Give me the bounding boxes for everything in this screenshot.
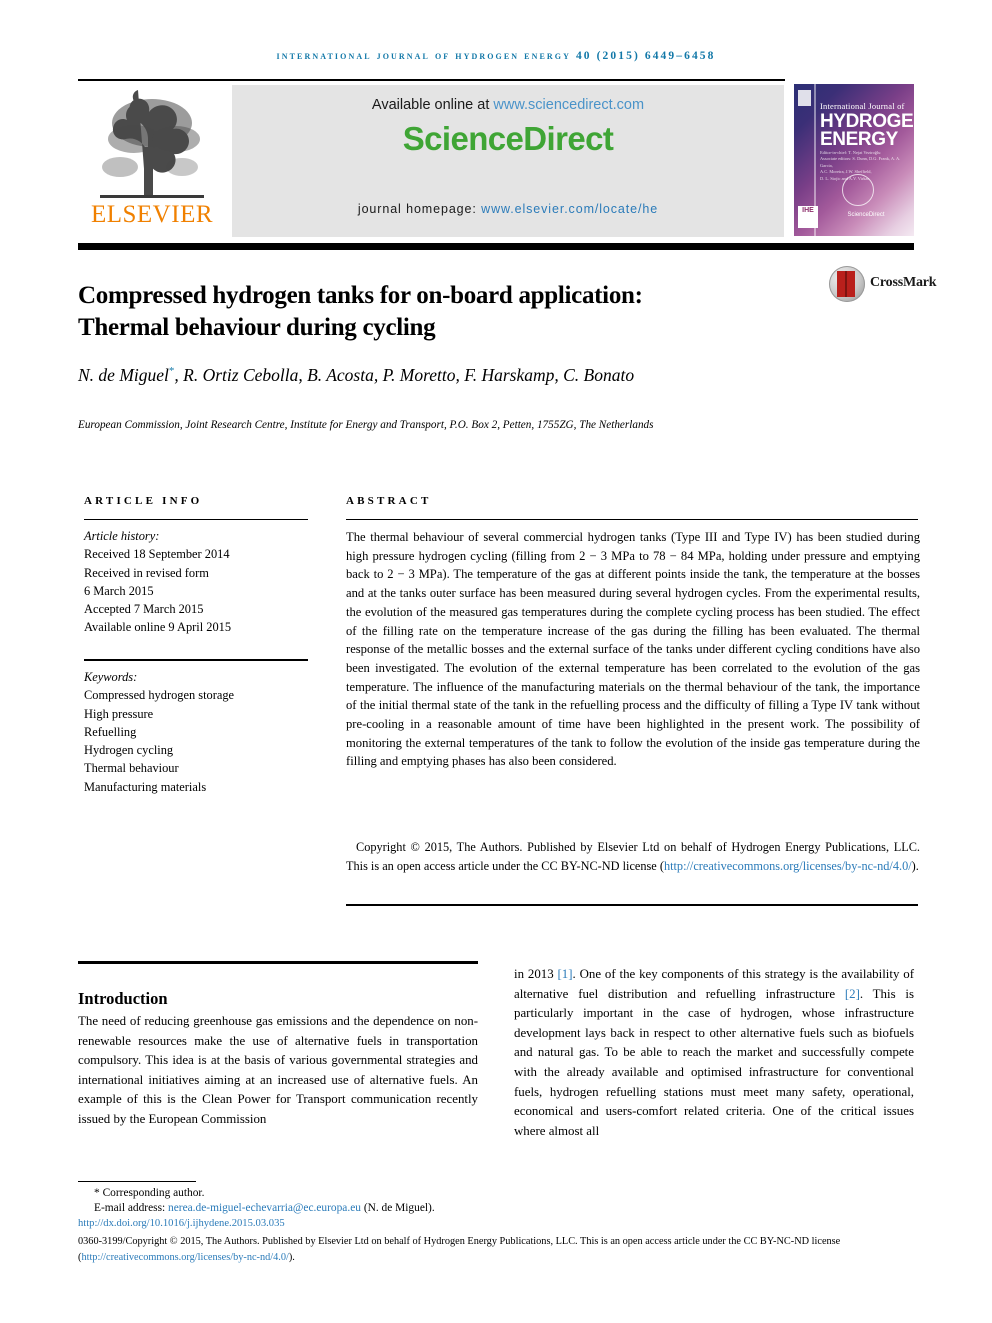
- keyword-item: Refuelling: [84, 724, 137, 739]
- article-history-label: Article history:: [84, 529, 160, 543]
- cover-elsevier-mark-icon: [798, 90, 811, 106]
- article-history-item: 6 March 2015: [84, 583, 154, 598]
- email-label: E-mail address:: [94, 1202, 169, 1214]
- abstract-copyright-tail: ).: [911, 858, 919, 873]
- keyword-item: Compressed hydrogen storage: [84, 688, 235, 703]
- footer-copyright-line1: 0360-3199/Copyright © 2015, The Authors.…: [78, 1236, 741, 1247]
- keyword-item: Thermal behaviour: [84, 761, 179, 776]
- keywords-rule: [84, 659, 308, 661]
- running-head: international journal of hydrogen energy…: [276, 50, 716, 62]
- footnote-rule: [78, 1181, 196, 1182]
- article-history: Article history: Received 18 September 2…: [84, 527, 312, 637]
- crossmark-badge[interactable]: CrossMark: [829, 266, 937, 306]
- article-history-item: Received 18 September 2014: [84, 547, 230, 562]
- doi-link[interactable]: http://dx.doi.org/10.1016/j.ijhydene.201…: [78, 1218, 285, 1229]
- corresponding-author-text: Corresponding author.: [102, 1187, 205, 1199]
- corresponding-author-note: * Corresponding author.: [94, 1186, 524, 1201]
- journal-cover-thumbnail[interactable]: International Journal of HYDROGEN ENERGY…: [794, 84, 914, 236]
- journal-homepage-line: journal homepage: www.elsevier.com/locat…: [232, 202, 784, 216]
- abstract-text: The thermal behaviour of several commerc…: [346, 530, 920, 769]
- cover-society-mark: IHE: [798, 206, 818, 228]
- reference-link-2[interactable]: [2]: [845, 987, 860, 1001]
- cover-ring-graphic: [842, 174, 874, 206]
- keyword-item: High pressure: [84, 706, 154, 721]
- elsevier-logo: ELSEVIER: [78, 87, 226, 233]
- section-title-introduction: Introduction: [78, 988, 168, 1008]
- introduction-rule: [78, 961, 478, 964]
- cover-title-line3: ENERGY: [820, 129, 898, 150]
- cover-title-line1: International Journal of: [820, 101, 905, 111]
- affiliation: European Commission, Joint Research Cent…: [78, 419, 654, 431]
- sciencedirect-url-link[interactable]: www.sciencedirect.com: [493, 97, 644, 113]
- author-list: N. de Miguel*, R. Ortiz Cebolla, B. Acos…: [78, 364, 635, 385]
- footer-copyright-line2-tail: ).: [288, 1251, 295, 1263]
- email-link[interactable]: nerea.de-miguel-echevarria@ec.europa.eu: [168, 1202, 361, 1214]
- email-tail: (N. de Miguel).: [360, 1202, 435, 1214]
- intro-right-pre: in 2013: [514, 967, 558, 981]
- article-info-heading: ARTICLE INFO: [84, 495, 203, 507]
- intro-right-post: . This is particularly important in the …: [514, 986, 915, 1138]
- article-history-item: Accepted 7 March 2015: [84, 602, 204, 617]
- introduction-right-column: in 2013 [1]. One of the key components o…: [514, 965, 914, 1141]
- available-online-prefix: Available online at: [371, 97, 494, 113]
- crossmark-spine-shape: [845, 271, 847, 297]
- sciencedirect-banner: Available online at www.sciencedirect.co…: [232, 85, 784, 237]
- cover-sciencedirect-mark: ScienceDirect: [847, 212, 885, 218]
- email-note: E-mail address: nerea.de-miguel-echevarr…: [94, 1201, 654, 1216]
- footer-license-link[interactable]: http://creativecommons.org/licenses/by-n…: [81, 1252, 288, 1263]
- abstract-heading: ABSTRACT: [346, 495, 432, 507]
- keywords-list: Keywords: Compressed hydrogen storage Hi…: [84, 668, 312, 796]
- reference-link-1[interactable]: [1]: [558, 967, 573, 981]
- abstract-rule: [346, 519, 918, 520]
- masthead-top-rule: [78, 79, 785, 81]
- abstract-copyright: Copyright © 2015, The Authors. Published…: [346, 838, 920, 875]
- abstract-bottom-rule: [346, 904, 918, 906]
- keyword-item: Hydrogen cycling: [84, 743, 174, 758]
- article-info-rule: [84, 519, 308, 520]
- crossmark-label: CrossMark: [870, 275, 937, 290]
- article-history-item: Received in revised form: [84, 565, 209, 580]
- crossmark-icon: [829, 266, 865, 302]
- masthead-bottom-rule: [78, 243, 914, 250]
- keywords-label: Keywords:: [84, 670, 138, 684]
- introduction-left-column: The need of reducing greenhouse gas emis…: [78, 1014, 478, 1126]
- article-history-item: Available online 9 April 2015: [84, 620, 232, 635]
- abstract-license-link[interactable]: http://creativecommons.org/licenses/by-n…: [664, 859, 912, 873]
- keyword-item: Manufacturing materials: [84, 779, 207, 794]
- footer-copyright: 0360-3199/Copyright © 2015, The Authors.…: [78, 1234, 918, 1265]
- article-page: international journal of hydrogen energy…: [0, 0, 992, 1323]
- journal-masthead: ELSEVIER Available online at www.science…: [78, 84, 914, 237]
- available-online-line: Available online at www.sciencedirect.co…: [232, 97, 784, 113]
- corresponding-author-marker: *: [94, 1187, 100, 1199]
- elsevier-wordmark: ELSEVIER: [90, 201, 214, 228]
- sciencedirect-logo-part1: Science: [402, 120, 524, 157]
- journal-homepage-prefix: journal homepage:: [357, 202, 482, 216]
- page-title: Compressed hydrogen tanks for on-board a…: [78, 281, 643, 341]
- elsevier-tree-icon: [100, 90, 204, 198]
- sciencedirect-logo-part2: Direct: [523, 120, 614, 157]
- journal-homepage-link[interactable]: www.elsevier.com/locate/he: [481, 202, 658, 216]
- sciencedirect-logo[interactable]: ScienceDirect: [232, 120, 784, 158]
